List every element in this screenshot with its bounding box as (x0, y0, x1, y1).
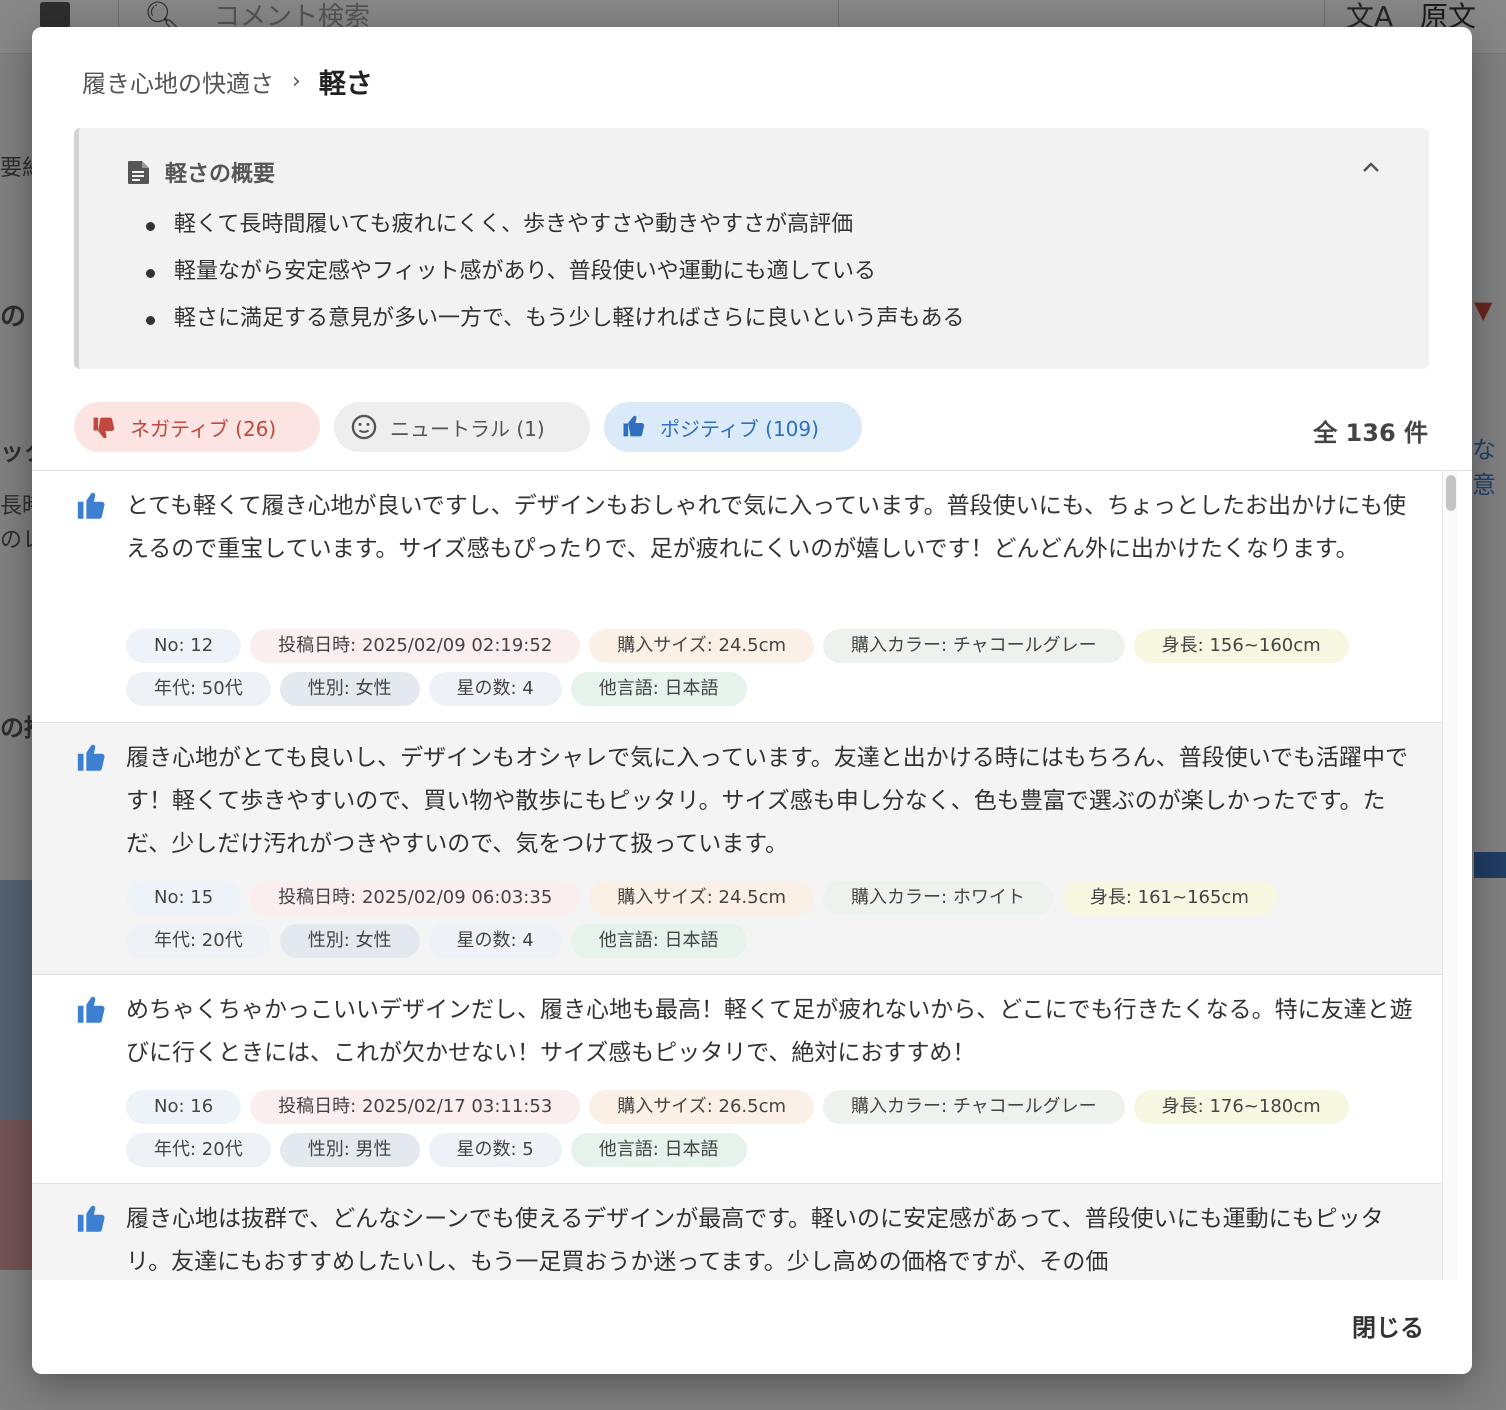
scrollbar-thumb[interactable] (1446, 475, 1456, 511)
summary-item: 軽くて長時間履いても疲れにくく、歩きやすさや動きやすさが高評価 (144, 210, 964, 257)
review-item: 履き心地がとても良いし、デザインもオシャレで気に入っています。友達と出かける時に… (32, 723, 1442, 975)
tag-language: 他言語: 日本語 (570, 672, 747, 706)
tag-number: No: 15 (126, 881, 242, 915)
thumb-down-icon (93, 417, 115, 439)
close-button[interactable]: 閉じる (1352, 1308, 1424, 1343)
thumb-up-icon (77, 1205, 105, 1232)
tag-stars: 星の数: 5 (428, 1133, 562, 1167)
thumb-up-icon (77, 492, 105, 519)
review-item: とても軽くて履き心地が良いですし、デザインもおしゃれで気に入っています。普段使い… (32, 471, 1442, 723)
tag-posted-date: 投稿日時: 2025/02/17 03:11:53 (250, 1090, 581, 1124)
review-item: 履き心地は抜群で、どんなシーンでも使えるデザインが最高です。軽いのに安定感があっ… (32, 1184, 1442, 1280)
tag-age: 年代: 20代 (126, 1133, 271, 1167)
tag-height: 身長: 176~180cm (1133, 1090, 1349, 1124)
breadcrumb: 履き心地の快適さ › 軽さ (82, 61, 373, 101)
review-tags: No: 15 投稿日時: 2025/02/09 06:03:35 購入サイズ: … (126, 881, 1416, 958)
review-list[interactable]: とても軽くて履き心地が良いですし、デザインもおしゃれで気に入っています。普段使い… (32, 470, 1472, 1280)
total-count: 全 136 件 (1313, 419, 1428, 447)
review-tags: No: 12 投稿日時: 2025/02/09 02:19:52 購入サイズ: … (126, 629, 1416, 706)
tag-size: 購入サイズ: 26.5cm (589, 1090, 815, 1124)
tag-gender: 性別: 男性 (279, 1133, 420, 1167)
tag-age: 年代: 20代 (126, 924, 271, 958)
tag-size: 購入サイズ: 24.5cm (589, 629, 815, 663)
thumb-up-icon (77, 996, 105, 1023)
document-icon (128, 161, 149, 184)
tag-posted-date: 投稿日時: 2025/02/09 02:19:52 (250, 629, 581, 663)
tag-posted-date: 投稿日時: 2025/02/09 06:03:35 (250, 881, 581, 915)
summary-header[interactable]: 軽さの概要 (127, 156, 275, 188)
scrollbar[interactable] (1442, 471, 1458, 1280)
chevron-right-icon: › (292, 68, 301, 94)
review-tags: No: 16 投稿日時: 2025/02/17 03:11:53 購入サイズ: … (126, 1090, 1416, 1167)
review-text: 履き心地がとても良いし、デザインもオシャレで気に入っています。友達と出かける時に… (126, 745, 1409, 857)
summary-title: 軽さの概要 (165, 162, 276, 187)
review-text: 履き心地は抜群で、どんなシーンでも使えるデザインが最高です。軽いのに安定感があっ… (126, 1206, 1384, 1275)
review-text: とても軽くて履き心地が良いですし、デザインもおしゃれで気に入っています。普段使い… (126, 493, 1406, 562)
tag-age: 年代: 50代 (126, 672, 271, 706)
tag-number: No: 16 (126, 1090, 242, 1124)
tag-color: 購入カラー: チャコールグレー (823, 629, 1125, 663)
filter-positive[interactable]: ポジティブ (109) (604, 402, 862, 452)
filter-negative-label: ネガティブ (26) (130, 416, 277, 441)
comments-modal: 履き心地の快適さ › 軽さ 軽さの概要 軽くて長時間履いても疲れにくく、歩きやす… (32, 27, 1472, 1374)
tag-stars: 星の数: 4 (428, 924, 562, 958)
tag-size: 購入サイズ: 24.5cm (589, 881, 815, 915)
breadcrumb-current: 軽さ (318, 68, 373, 100)
summary-item: 軽量ながら安定感やフィット感があり、普段使いや運動にも適している (144, 257, 964, 304)
sentiment-filters: ネガティブ (26) ニュートラル (1) ポジティブ (109) (74, 402, 862, 452)
filter-neutral-label: ニュートラル (1) (390, 416, 545, 441)
tag-language: 他言語: 日本語 (570, 924, 747, 958)
summary-item: 軽さに満足する意見が多い一方で、もう少し軽ければさらに良いという声もある (144, 304, 964, 351)
filter-positive-label: ポジティブ (109) (660, 416, 819, 441)
tag-language: 他言語: 日本語 (570, 1133, 747, 1167)
thumb-up-icon (77, 744, 105, 771)
tag-height: 身長: 161~165cm (1061, 881, 1277, 915)
tag-stars: 星の数: 4 (428, 672, 562, 706)
tag-color: 購入カラー: チャコールグレー (823, 1090, 1125, 1124)
tag-color: 購入カラー: ホワイト (823, 881, 1053, 915)
tag-gender: 性別: 女性 (279, 924, 420, 958)
review-text: めちゃくちゃかっこいいデザインだし、履き心地も最高！軽くて足が疲れないから、どこ… (126, 997, 1413, 1066)
tag-number: No: 12 (126, 629, 242, 663)
tag-gender: 性別: 女性 (279, 672, 420, 706)
summary-list: 軽くて長時間履いても疲れにくく、歩きやすさや動きやすさが高評価 軽量ながら安定感… (144, 210, 964, 351)
breadcrumb-parent[interactable]: 履き心地の快適さ (82, 64, 274, 99)
filter-negative[interactable]: ネガティブ (26) (74, 402, 320, 452)
filter-neutral[interactable]: ニュートラル (1) (334, 402, 590, 452)
modal-footer: 閉じる (32, 1280, 1472, 1374)
summary-panel: 軽さの概要 軽くて長時間履いても疲れにくく、歩きやすさや動きやすさが高評価 軽量… (74, 128, 1429, 369)
thumb-up-icon (623, 415, 645, 437)
neutral-face-icon (351, 414, 377, 440)
tag-height: 身長: 156~160cm (1133, 629, 1349, 663)
chevron-up-icon[interactable] (1359, 156, 1383, 180)
review-item: めちゃくちゃかっこいいデザインだし、履き心地も最高！軽くて足が疲れないから、どこ… (32, 975, 1442, 1184)
